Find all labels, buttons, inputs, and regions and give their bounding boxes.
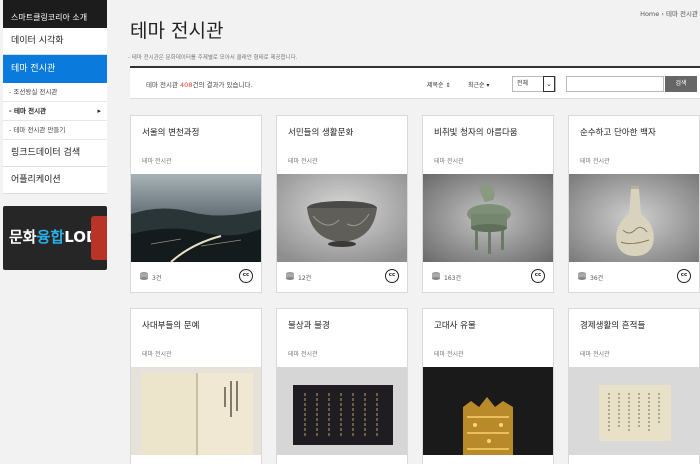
card-title: 경제생활의 흔적들 [580, 321, 646, 331]
breadcrumb: Home › 테마 전시관 [640, 8, 698, 18]
card-footer: 163건 cc [423, 262, 553, 292]
breadcrumb-separator: › [661, 10, 664, 18]
sidebar-item-theme-exhibition[interactable]: 테마 전시관 [3, 55, 107, 83]
creative-commons-icon: cc [239, 269, 253, 283]
banner-logo-text: 문화융합LOD [9, 228, 99, 246]
card-category: 테마 전시관 [434, 351, 464, 358]
sidebar-item-about[interactable]: 스마트클링코리아 소개 [3, 0, 107, 28]
search-button[interactable]: 검색 [665, 76, 697, 92]
card-image-white-porcelain-bottle [569, 174, 699, 262]
exhibition-card[interactable]: 고대사 유물 테마 전시관 [422, 308, 554, 464]
item-count: 3건 [152, 275, 162, 282]
item-count: 36건 [590, 275, 604, 282]
sidebar-item-linked-data-search[interactable]: 링크드데이터 검색 [3, 140, 107, 167]
culture-lod-banner[interactable]: 문화융합LOD [3, 206, 107, 270]
sidebar-item-applications[interactable]: 어플리케이션 [3, 167, 107, 194]
sort-by-recent[interactable]: 최근순 ▾ [468, 80, 489, 89]
card-image-sutra [277, 367, 407, 455]
exhibition-card[interactable]: 사대부들의 문예 테마 전시관 [130, 308, 262, 464]
sidebar-subitem-label: - 테마 전시관 [9, 107, 47, 115]
card-image-old-document [569, 367, 699, 455]
exhibition-card[interactable]: 서울의 변천과정 테마 전시관 3건 cc [130, 115, 262, 293]
page-title: 테마 전시관 [130, 20, 224, 42]
sidebar-subitem-create-exhibition[interactable]: - 테마 전시관 만들기 [3, 121, 107, 140]
card-title: 서민들의 생활문화 [288, 128, 354, 138]
card-category: 테마 전시관 [434, 158, 464, 165]
exhibition-card[interactable]: 순수하고 단아한 백자 테마 전시관 36건 cc [568, 115, 700, 293]
creative-commons-icon: cc [531, 269, 545, 283]
card-title: 사대부들의 문예 [142, 321, 200, 331]
card-footer: 12건 cc [277, 262, 407, 292]
sidebar-subitem-royal-exhibition[interactable]: - 조선왕실 전시관 [3, 83, 107, 102]
card-image-seoul-night [131, 174, 261, 262]
coin-stack-icon [140, 272, 148, 280]
banner-decoration [91, 216, 107, 260]
result-count: 408 [180, 81, 193, 89]
card-category: 테마 전시관 [288, 351, 318, 358]
item-count: 12건 [298, 275, 312, 282]
card-title: 비취빛 청자의 아름다움 [434, 128, 518, 138]
card-footer: 36건 cc [569, 262, 699, 292]
exhibition-card[interactable]: 경제생활의 흔적들 테마 전시관 [568, 308, 700, 464]
sort-by-title[interactable]: 제목순 ⇕ [427, 80, 451, 89]
item-count: 163건 [444, 275, 461, 282]
card-title: 서울의 변천과정 [142, 128, 200, 138]
breadcrumb-home[interactable]: Home [640, 10, 659, 18]
coin-stack-icon [578, 272, 586, 280]
card-image-old-book [131, 367, 261, 455]
search-input[interactable] [566, 76, 664, 92]
card-footer: 3건 cc [131, 262, 261, 292]
card-title: 고대사 유물 [434, 321, 476, 331]
coin-stack-icon [432, 272, 440, 280]
sidebar-subitem-theme-exhibition[interactable]: - 테마 전시관 ▸ [3, 102, 107, 121]
result-count-text: 테마 전시관 408건의 결과가 있습니다. [146, 81, 253, 89]
card-image-silver-bowl [277, 174, 407, 262]
card-image-celadon-incense-burner [423, 174, 553, 262]
result-bar: 테마 전시관 408건의 결과가 있습니다. 제목순 ⇕ 최근순 ▾ 전체 ⌄ … [130, 66, 700, 99]
creative-commons-icon: cc [677, 269, 691, 283]
card-image-gold-crown [423, 367, 553, 455]
card-category: 테마 전시관 [580, 351, 610, 358]
creative-commons-icon: cc [385, 269, 399, 283]
breadcrumb-current: 테마 전시관 [666, 10, 698, 18]
card-category: 테마 전시관 [142, 351, 172, 358]
exhibition-card[interactable]: 비취빛 청자의 아름다움 테마 전시관 163건 cc [422, 115, 554, 293]
filter-select[interactable]: 전체 ⌄ [512, 76, 556, 92]
exhibition-card[interactable]: 불상과 불경 테마 전시관 [276, 308, 408, 464]
sidebar-item-visualization[interactable]: 데이터 시각화 [3, 28, 107, 55]
chevron-right-icon: ▸ [97, 107, 101, 115]
card-category: 테마 전시관 [580, 158, 610, 165]
chevron-down-icon: ⌄ [543, 76, 555, 92]
page-description: - 테마 전시관은 문화데이터를 주제별로 모아서 클래언 형태로 제공합니다. [128, 55, 298, 61]
filter-select-value: 전체 [517, 80, 529, 87]
sidebar: 스마트클링코리아 소개 데이터 시각화 테마 전시관 - 조선왕실 전시관 - … [3, 0, 107, 270]
card-category: 테마 전시관 [142, 158, 172, 165]
card-category: 테마 전시관 [288, 158, 318, 165]
card-title: 순수하고 단아한 백자 [580, 128, 656, 138]
coin-stack-icon [286, 272, 294, 280]
card-title: 불상과 불경 [288, 321, 330, 331]
exhibition-card[interactable]: 서민들의 생활문화 테마 전시관 12건 cc [276, 115, 408, 293]
